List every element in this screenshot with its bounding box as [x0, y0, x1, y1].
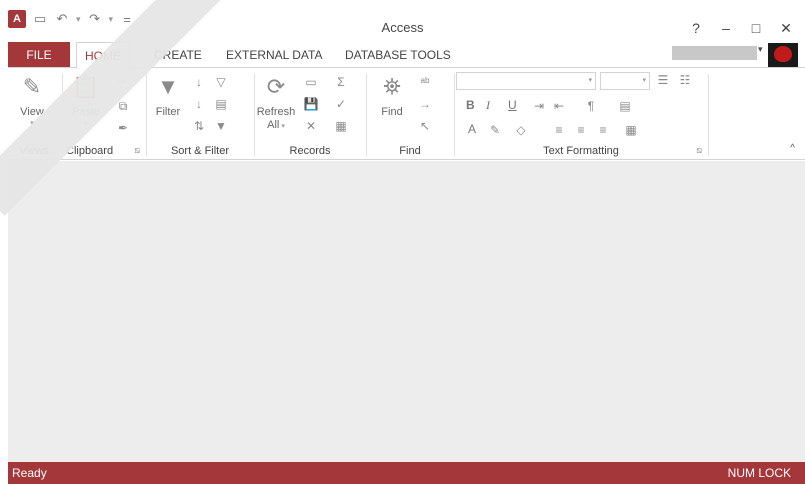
paste-icon: 📋: [72, 74, 100, 99]
window-controls: ? – □ ✕: [683, 18, 799, 38]
group-clipboard: 📋 Paste ▾ ✂ ⧉ ✒ Clipboard ⧅: [64, 68, 144, 160]
sort-descending-icon[interactable]: ↓: [190, 96, 208, 112]
title-bar: A ▭ ↶ ▾ ↷ ▾ = Access ? – □ ✕: [0, 0, 805, 40]
group-views: ✎ View ▾ Views: [8, 68, 60, 160]
align-left-icon[interactable]: ≡: [550, 122, 568, 138]
decrease-indent-icon[interactable]: ⇤: [550, 98, 568, 114]
select-icon[interactable]: ↖: [416, 118, 434, 134]
paste-button[interactable]: 📋 Paste ▾: [66, 72, 106, 127]
alternate-row-color-icon[interactable]: ▤: [616, 98, 634, 114]
background-color-icon[interactable]: ◇: [512, 122, 530, 138]
toggle-filter-icon[interactable]: ▼: [212, 118, 230, 134]
increase-indent-icon[interactable]: ⇥: [530, 98, 548, 114]
advanced-filter-icon[interactable]: ▤: [212, 96, 230, 112]
group-sort-filter: ▼ Filter ↓ ↓ ⇅ ▽ ▤ ▼ Sort & Filter: [148, 68, 252, 160]
group-divider: [146, 74, 147, 156]
group-divider: [254, 74, 255, 156]
workspace: [8, 161, 805, 462]
refresh-icon: ⟳: [266, 74, 286, 99]
group-label-views: Views: [19, 145, 49, 157]
group-divider: [366, 74, 367, 156]
font-name-dropdown-icon: ▾: [588, 77, 592, 84]
group-divider: [62, 74, 63, 156]
filter-button-label: Filter: [155, 106, 181, 118]
bold-button[interactable]: B: [466, 98, 475, 112]
cut-icon[interactable]: ✂: [114, 74, 132, 90]
num-lock-indicator: NUM LOCK: [727, 466, 791, 480]
selection-filter-icon[interactable]: ▽: [212, 74, 230, 90]
replace-icon[interactable]: ᵃᵇ: [416, 74, 434, 90]
status-text: Ready: [12, 466, 47, 480]
gridlines-icon[interactable]: ▦: [622, 122, 640, 138]
group-find: ⛯ Find ᵃᵇ → ↖ Find: [368, 68, 452, 160]
align-center-icon[interactable]: ≡: [572, 122, 590, 138]
group-divider: [454, 74, 455, 156]
remove-sort-icon[interactable]: ⇅: [190, 118, 208, 134]
group-label-clipboard: Clipboard: [66, 145, 114, 157]
refresh-dropdown-icon: ▾: [279, 123, 285, 130]
sort-ascending-icon[interactable]: ↓: [190, 74, 208, 90]
ribbon: ✎ View ▾ Views 📋 Paste ▾ ✂ ⧉ ✒ Clipboard…: [8, 67, 805, 160]
refresh-all-button[interactable]: ⟳ Refresh All ▾: [256, 72, 296, 133]
numbering-icon[interactable]: ☷: [676, 72, 694, 88]
font-color-button[interactable]: A: [468, 122, 476, 136]
filter-button[interactable]: ▼ Filter: [148, 72, 188, 119]
new-record-icon[interactable]: ▭: [302, 74, 320, 90]
paste-dropdown-icon: ▾: [84, 120, 88, 127]
view-dropdown-icon: ▾: [30, 120, 34, 127]
find-button-label: Find: [381, 106, 403, 118]
delete-record-icon[interactable]: ✕: [302, 118, 320, 134]
minimize-button[interactable]: –: [713, 18, 739, 38]
underline-button[interactable]: U: [508, 98, 517, 112]
spelling-icon[interactable]: ✓: [332, 96, 350, 112]
collapse-ribbon-icon[interactable]: ^: [790, 143, 795, 154]
status-bar: Ready NUM LOCK: [8, 462, 805, 484]
view-button-label: View: [20, 106, 44, 118]
copy-icon[interactable]: ⧉: [114, 98, 132, 114]
go-to-icon[interactable]: →: [416, 96, 434, 112]
maximize-button[interactable]: □: [743, 18, 769, 38]
highlight-icon[interactable]: ✎: [486, 122, 504, 138]
format-painter-icon[interactable]: ✒: [114, 120, 132, 136]
account-name[interactable]: [672, 46, 757, 60]
binoculars-icon: ⛯: [383, 74, 401, 99]
group-label-sort-filter: Sort & Filter: [170, 145, 230, 157]
font-name-select[interactable]: ▾: [456, 72, 596, 90]
group-label-text-formatting: Text Formatting: [543, 145, 619, 157]
group-text-formatting: ▾ ▾ ☰ ☷ B I U ⇥ ⇤ ¶ ▤ A ✎ ◇ ≡ ≡ ≡ ▦ Text…: [456, 68, 706, 160]
group-divider: [708, 74, 709, 156]
group-label-find: Find: [399, 145, 421, 157]
tab-external-data[interactable]: EXTERNAL DATA: [218, 42, 330, 68]
save-record-icon[interactable]: 💾: [302, 96, 320, 112]
italic-button[interactable]: I: [486, 98, 490, 113]
group-label-records: Records: [289, 145, 331, 157]
align-right-icon[interactable]: ≡: [594, 122, 612, 138]
view-button[interactable]: ✎ View ▾: [12, 72, 52, 127]
tab-file[interactable]: FILE: [8, 42, 70, 68]
account-dropdown-icon[interactable]: ▾: [758, 44, 763, 55]
help-button[interactable]: ?: [683, 18, 709, 38]
filter-icon: ▼: [157, 74, 179, 99]
clipboard-launcher-icon[interactable]: ⧅: [134, 145, 140, 156]
avatar[interactable]: [768, 43, 798, 67]
rose-icon: [774, 46, 792, 62]
text-formatting-launcher-icon[interactable]: ⧅: [696, 145, 702, 156]
paragraph-direction-icon[interactable]: ¶: [582, 98, 600, 114]
refresh-label-line1: Refresh: [256, 106, 296, 118]
tab-create[interactable]: CREATE: [146, 42, 210, 68]
close-button[interactable]: ✕: [773, 18, 799, 38]
group-records: ⟳ Refresh All ▾ ▭ 💾 ✕ Σ ✓ ▦ Records: [256, 68, 364, 160]
more-records-icon[interactable]: ▦: [332, 118, 350, 134]
tab-database-tools[interactable]: DATABASE TOOLS: [337, 42, 459, 68]
find-button[interactable]: ⛯ Find: [372, 72, 412, 119]
bullets-icon[interactable]: ☰: [654, 72, 672, 88]
paste-button-label: Paste: [71, 106, 101, 118]
tab-home[interactable]: HOME: [76, 42, 130, 69]
totals-icon[interactable]: Σ: [332, 74, 350, 90]
refresh-label-line2: All: [267, 119, 280, 131]
font-size-select[interactable]: ▾: [600, 72, 650, 90]
font-size-dropdown-icon: ▾: [642, 77, 646, 84]
refresh-button-label: Refresh All ▾: [257, 106, 296, 133]
view-icon: ✎: [22, 74, 42, 99]
